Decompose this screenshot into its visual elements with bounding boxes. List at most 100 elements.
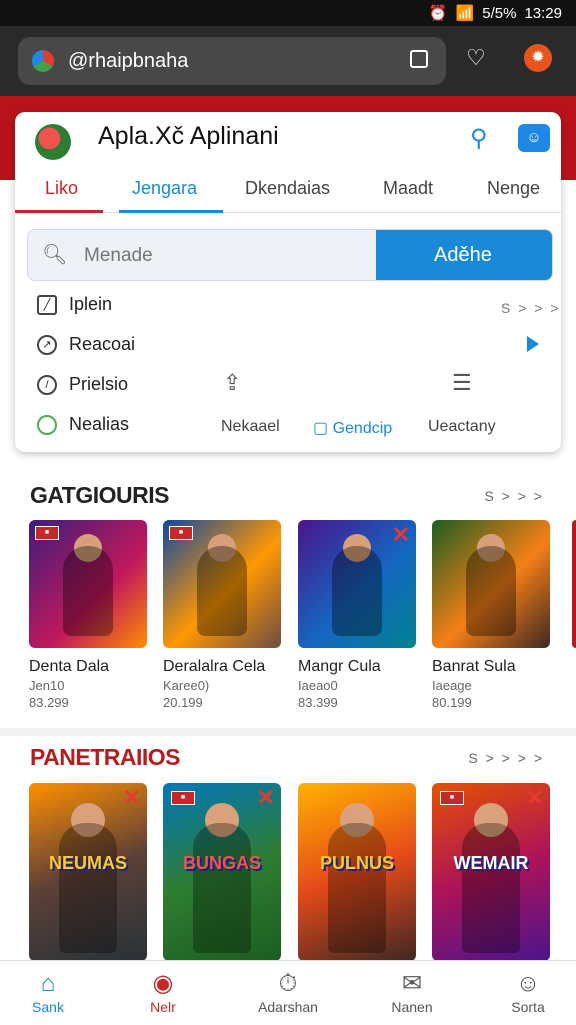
nav-label: Sorta	[511, 999, 545, 1015]
chat-icon[interactable]: ☺	[518, 124, 550, 152]
status-bar: ⏰ 📶 5/5% 13:29	[0, 0, 576, 26]
game-poster: ✕ NEUMAS	[29, 783, 147, 961]
section-more-link[interactable]: S > > > >	[468, 750, 544, 766]
tab-nenge[interactable]: Nenge	[487, 178, 540, 199]
nav-item-timer[interactable]: ⏱ Adarshan	[243, 969, 333, 1015]
game-logo-text: WEMAIR	[453, 853, 529, 873]
close-icon[interactable]: ✕	[257, 785, 275, 811]
game-card[interactable]: ■ Deralalra Cela Karee0) 20.199	[163, 520, 281, 710]
game-card[interactable]: Banrat Sula Iaeage 80.199	[432, 520, 550, 710]
nav-item-messages[interactable]: ✉ Nanen	[367, 969, 457, 1015]
game-badge: ■	[169, 526, 193, 540]
edit-square-icon: ╱	[37, 294, 57, 315]
nav-item-home[interactable]: ⌂ Sank	[3, 969, 93, 1015]
game-badge: ■	[35, 526, 59, 540]
featured-game-card[interactable]: ■ ✕ WEMAIR	[432, 783, 550, 961]
featured-game-card[interactable]: ✕ NEUMAS	[29, 783, 147, 961]
option-iplein[interactable]: ╱ Iplein	[37, 294, 112, 315]
options-more-link[interactable]: S > > >	[501, 300, 561, 316]
game-thumbnail: ■	[29, 520, 147, 648]
game-logo-text: BUNGAS	[182, 853, 261, 873]
quick-action-nekaael[interactable]: Nekaael	[221, 418, 280, 436]
clock-time: 13:29	[524, 4, 562, 22]
person-icon: ☺	[515, 970, 541, 997]
section-more-link[interactable]: S > > >	[484, 488, 544, 504]
extension-icon[interactable]: ✹	[524, 44, 552, 72]
game-subtitle: Iaeage	[432, 678, 472, 693]
tab-indicator-red	[15, 210, 103, 213]
app-logo	[35, 124, 71, 160]
game-logo-text: PULNUS	[319, 853, 394, 873]
section-title-featured: PANETRAIIOS	[30, 744, 180, 770]
list-icon[interactable]: ☰	[452, 370, 472, 396]
featured-game-card[interactable]: PULNUS	[298, 783, 416, 961]
featured-game-card[interactable]: ■ ✕ BUNGAS	[163, 783, 281, 961]
alarm-icon: ⏰	[428, 5, 448, 22]
search-bar: 🔍︎ Aděhe	[27, 229, 553, 281]
game-card[interactable]: ✕ Mangr Cula Iaeao0 83.399	[298, 520, 416, 710]
app-panel: Apla.Xč Aplinani ⚲ ☺ Liko Jengara Dkenda…	[15, 112, 561, 452]
option-label: Prielsio	[69, 374, 129, 394]
page-title: Apla.Xč Aplinani	[98, 122, 279, 150]
option-reacoai[interactable]: ↗ Reacoai	[37, 334, 135, 355]
game-subtitle: Iaeao0	[298, 678, 338, 693]
shield-heart-icon[interactable]: ♡	[466, 45, 486, 71]
browser-toolbar: @rhaipbnaha	[0, 26, 576, 96]
share-icon[interactable]: ⇪	[223, 370, 241, 396]
timer-icon: ⏱	[278, 970, 298, 997]
search-button[interactable]: Aděhe	[376, 230, 552, 280]
wifi-icon: 📶	[455, 5, 475, 22]
game-card[interactable]: ■ Denta Dala Jen10 83.299	[29, 520, 147, 710]
magnifier-icon: 🔍︎	[42, 244, 68, 266]
game-title: Denta Dala	[29, 658, 110, 675]
chat-bubble-icon: ▢	[313, 420, 329, 437]
game-title: Deralalra Cela	[163, 658, 266, 675]
game-count: 80.199	[432, 695, 472, 710]
play-arrow-icon[interactable]	[527, 336, 539, 352]
option-prielsio[interactable]: / Prielsio	[37, 374, 128, 395]
home-icon: ⌂	[40, 970, 56, 997]
option-label: Iplein	[69, 294, 113, 314]
close-icon[interactable]: ✕	[123, 785, 141, 811]
tab-indicator-blue	[119, 210, 223, 213]
section-divider	[0, 728, 576, 736]
game-count: 20.199	[163, 695, 203, 710]
message-icon: ✉	[401, 970, 423, 997]
game-poster: ■ ✕ BUNGAS	[163, 783, 281, 961]
game-thumbnail: ✕	[298, 520, 416, 648]
nav-label: Nanen	[391, 999, 433, 1015]
game-title: Banrat Sula	[432, 658, 516, 675]
game-thumbnail	[432, 520, 550, 648]
game-logo-text: NEUMAS	[48, 853, 127, 873]
gamepad-icon: ◉	[152, 970, 174, 997]
search-input[interactable]	[82, 230, 376, 280]
game-subtitle: Karee0)	[163, 678, 210, 693]
option-label: Nealias	[69, 414, 130, 434]
tab-dkendaias[interactable]: Dkendaias	[245, 178, 330, 199]
quick-action-gendcip[interactable]: ▢ Gendcip	[313, 418, 392, 438]
nav-label: Sank	[32, 999, 64, 1015]
game-poster: PULNUS	[298, 783, 416, 961]
search-icon[interactable]: ⚲	[470, 124, 488, 153]
tab-jengara[interactable]: Jengara	[132, 178, 197, 199]
nav-item-profile[interactable]: ☺ Sorta	[483, 969, 573, 1015]
tab-liko[interactable]: Liko	[45, 178, 78, 199]
quick-action-ueactany[interactable]: Ueactany	[428, 418, 496, 436]
close-icon[interactable]: ✕	[526, 785, 544, 811]
option-label: Reacoai	[69, 334, 136, 354]
close-icon[interactable]: ✕	[392, 522, 410, 548]
url-text: @rhaipbnaha	[68, 49, 189, 72]
nav-item-games[interactable]: ◉ Nelr	[118, 969, 208, 1015]
game-badge: ■	[440, 791, 464, 805]
nav-label: Nelr	[150, 999, 176, 1015]
game-title: Mangr Cula	[298, 658, 381, 675]
tab-maadt[interactable]: Maadt	[383, 178, 433, 199]
tab-switcher-icon[interactable]	[410, 50, 428, 68]
bottom-nav: ⌂ Sank ◉ Nelr ⏱ Adarshan ✉ Nanen ☺ Sorta	[0, 960, 576, 1025]
game-card-peek[interactable]	[572, 520, 576, 648]
game-count: 83.399	[298, 695, 338, 710]
option-nealias[interactable]: Nealias	[37, 414, 129, 435]
compass-icon: /	[37, 374, 57, 395]
address-bar[interactable]: @rhaipbnaha	[18, 37, 446, 85]
circle-icon	[37, 414, 57, 435]
